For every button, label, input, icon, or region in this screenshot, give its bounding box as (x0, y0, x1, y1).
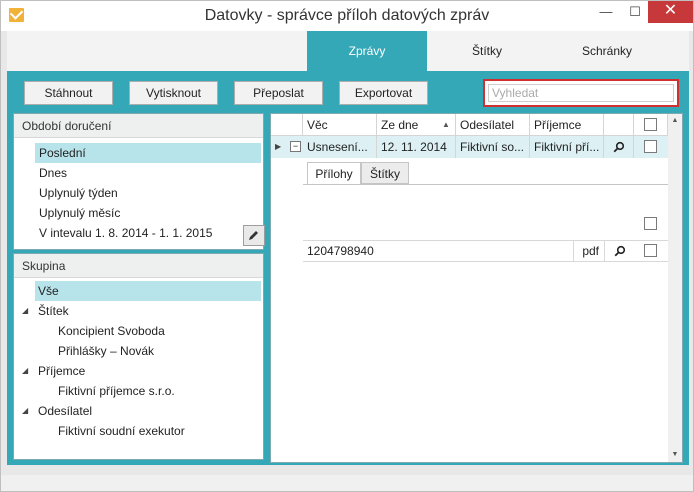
attachment-type: pdf (573, 241, 603, 261)
select-all-attachments-checkbox[interactable] (644, 217, 657, 230)
attachment-name: 1204798940 (307, 244, 374, 258)
tab-labels[interactable]: Štítky (427, 31, 547, 71)
main-area: Zprávy Štítky Schránky Stáhnout Vytiskno… (7, 31, 689, 469)
group-item-fiktivni-prijemce[interactable]: Fiktivní příjemce s.r.o. (55, 381, 175, 401)
status-bar (1, 475, 693, 491)
period-header: Období doručení (14, 114, 263, 138)
subtab-divider (303, 184, 668, 185)
subtab-labels[interactable]: Štítky (361, 162, 409, 184)
grid-header-spacer (271, 114, 303, 136)
title-bar: Datovky - správce příloh datových zpráv … (1, 1, 693, 31)
period-item-interval[interactable]: V intevalu 1. 8. 2014 - 1. 1. 2015 (35, 223, 235, 243)
subtab-attachments[interactable]: Přílohy (307, 162, 361, 184)
tab-messages[interactable]: Zprávy (307, 31, 427, 71)
period-item-week[interactable]: Uplynulý týden (35, 183, 261, 203)
table-row[interactable]: ▶ − Usnesení... 12. 11. 2014 Fiktivní so… (271, 136, 668, 158)
column-sender[interactable]: Odesílatel (456, 114, 530, 136)
tab-mailboxes[interactable]: Schránky (547, 31, 667, 71)
scroll-down-icon[interactable]: ▼ (668, 448, 682, 462)
group-item-label[interactable]: Štítek (35, 301, 69, 321)
download-button[interactable]: Stáhnout (24, 81, 113, 105)
pencil-icon (249, 231, 258, 240)
group-item-sender[interactable]: Odesílatel (35, 401, 92, 421)
tab-strip: Zprávy Štítky Schránky (7, 31, 689, 71)
expand-icon[interactable]: ◢ (22, 301, 32, 321)
cell-subject: Usnesení... (303, 136, 377, 158)
period-item-month[interactable]: Uplynulý měsíc (35, 203, 261, 223)
search-input[interactable] (488, 84, 674, 102)
group-item-all[interactable]: Vše (35, 281, 261, 301)
column-recipient[interactable]: Příjemce (530, 114, 604, 136)
group-item-prihlasky[interactable]: Přihlášky – Novák (55, 341, 154, 361)
group-item-koncipient[interactable]: Koncipient Svoboda (55, 321, 165, 341)
expand-icon[interactable]: ◢ (22, 361, 32, 381)
attachment-row[interactable]: 1204798940 pdf (303, 240, 668, 262)
forward-button[interactable]: Přeposlat (234, 81, 323, 105)
attachment-checkbox[interactable] (644, 244, 657, 257)
column-subject[interactable]: Věc (303, 114, 377, 136)
group-header: Skupina (14, 254, 263, 278)
column-date[interactable]: Ze dne ▲ (377, 114, 456, 136)
group-item-recipient[interactable]: Příjemce (35, 361, 85, 381)
maximize-button[interactable]: ☐ (620, 1, 650, 23)
cell-recipient: Fiktivní pří... (530, 136, 604, 158)
select-all-checkbox[interactable] (644, 118, 657, 131)
column-select (634, 114, 668, 136)
attachment-view[interactable] (604, 241, 634, 261)
column-view (604, 114, 634, 136)
group-panel: Skupina Vše ◢ Štítek Koncipient Svoboda … (13, 253, 264, 460)
column-date-label: Ze dne (381, 118, 419, 132)
content-panel: Stáhnout Vytisknout Přeposlat Exportovat… (7, 71, 689, 465)
cell-view[interactable] (604, 136, 634, 158)
period-item-last[interactable]: Poslední (35, 143, 261, 163)
cell-sender: Fiktivní so... (456, 136, 530, 158)
window-title: Datovky - správce příloh datových zpráv (204, 7, 490, 24)
grid-scrollbar[interactable]: ▲ ▼ (668, 114, 682, 462)
messages-grid: Věc Ze dne ▲ Odesílatel Příjemce ▶ − Usn… (270, 113, 683, 463)
expand-icon[interactable]: ◢ (22, 401, 32, 421)
magnifier-icon (613, 141, 625, 153)
edit-interval-button[interactable] (243, 225, 265, 246)
print-button[interactable]: Vytisknout (129, 81, 218, 105)
export-button[interactable]: Exportovat (339, 81, 428, 105)
minimize-button[interactable]: — (591, 1, 621, 23)
row-indicator-icon: ▶ (275, 142, 282, 151)
period-panel: Období doručení Poslední Dnes Uplynulý t… (13, 113, 265, 250)
search-box (483, 79, 679, 107)
sort-ascending-icon: ▲ (442, 120, 450, 129)
scroll-up-icon[interactable]: ▲ (668, 114, 682, 128)
row-checkbox[interactable] (644, 140, 657, 153)
cell-date: 12. 11. 2014 (377, 136, 456, 158)
app-window: Datovky - správce příloh datových zpráv … (0, 0, 694, 492)
magnifier-icon (614, 245, 626, 257)
group-item-fiktivni-exekutor[interactable]: Fiktivní soudní exekutor (55, 421, 185, 441)
period-item-today[interactable]: Dnes (35, 163, 261, 183)
collapse-row-icon[interactable]: − (290, 141, 301, 152)
close-button[interactable]: ✕ (648, 1, 693, 23)
